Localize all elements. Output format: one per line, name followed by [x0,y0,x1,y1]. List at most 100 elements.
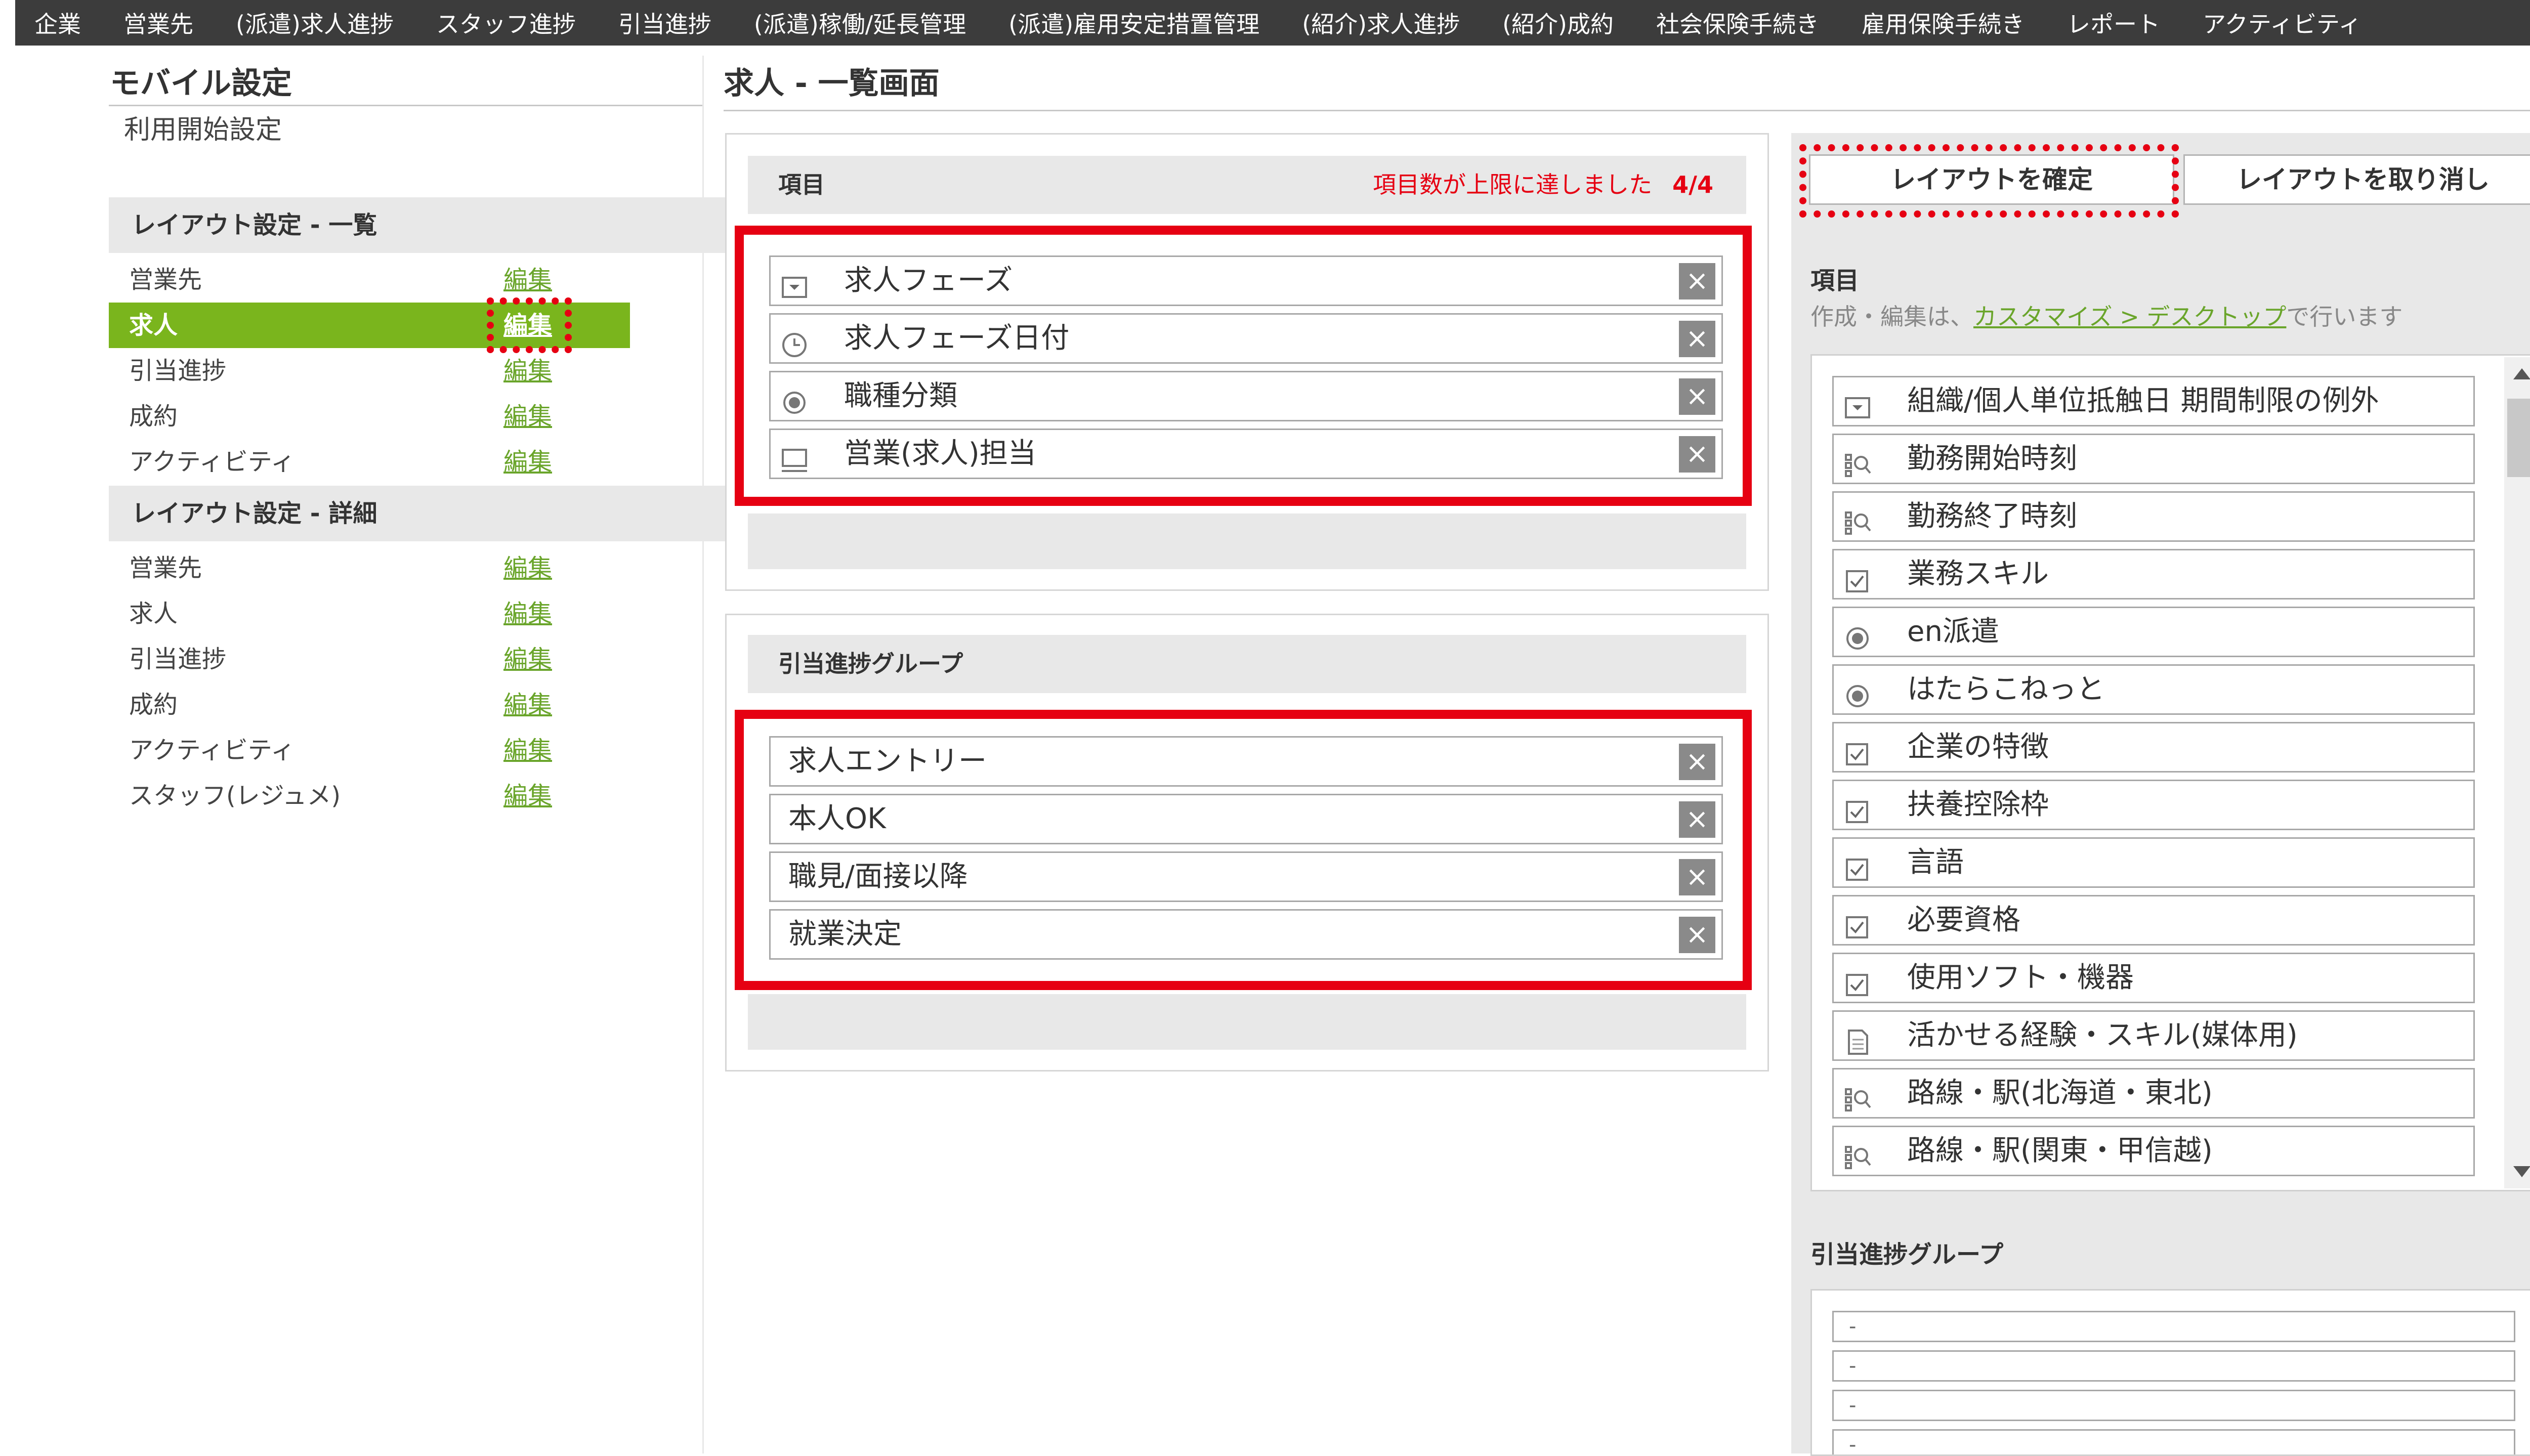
sidebar-row: 営業先 編集 [109,545,630,591]
selected-group-field[interactable]: 本人OK × [769,794,1723,844]
selected-field[interactable]: 職種分類 × [769,371,1723,421]
document-icon [1844,1023,1871,1055]
available-item[interactable]: 必要資格 [1832,895,2475,946]
edit-link[interactable]: 編集 [503,545,552,591]
nav-item[interactable]: 企業 [15,6,102,39]
edit-link[interactable]: 編集 [503,727,552,773]
edit-link[interactable]: 編集 [503,682,552,727]
scroll-thumb[interactable] [2507,399,2530,477]
nav-item[interactable]: スタッフ進捗 [415,6,597,39]
checkbox-icon [1844,735,1871,765]
group-drop-zone[interactable] [748,994,1746,1050]
group-available-list[interactable]: - - - - [1810,1289,2530,1456]
sidebar-row: 求人 編集 [109,591,630,636]
limit-message: 項目数が上限に達しました 4/4 [1373,171,1713,198]
nav-item[interactable]: 社会保険手続き [1635,6,1840,39]
highlight-dotted-outline [1799,144,2179,218]
items-panel-header: 項目 項目数が上限に達しました 4/4 [748,156,1746,214]
nav-item[interactable]: (紹介)成約 [1481,6,1635,39]
remove-field-button[interactable]: × [1679,859,1715,895]
nav-item[interactable]: (派遣)雇用安定措置管理 [987,6,1281,39]
radio-icon [781,383,808,414]
checkbox-icon [1844,562,1871,592]
available-item[interactable]: 扶養控除枠 [1832,780,2475,830]
sidebar-row: アクティビティ 編集 [109,727,630,773]
nav-item[interactable]: 営業先 [102,6,215,39]
available-group-item[interactable]: - [1832,1311,2515,1342]
items-drop-zone[interactable] [748,513,1746,569]
nav-item[interactable]: (派遣)稼働/延長管理 [733,6,987,39]
item-label: 勤務開始時刻 [1907,442,2077,475]
scroll-up-icon[interactable] [2513,368,2530,379]
nav-item[interactable]: (派遣)求人進捗 [215,6,415,39]
selected-field[interactable]: 求人フェーズ × [769,255,1723,306]
edit-link[interactable]: 編集 [503,257,552,303]
selected-group-field[interactable]: 職見/面接以降 × [769,851,1723,902]
dropdown-icon [1844,389,1871,418]
sidebar-divider [702,56,704,1453]
available-item[interactable]: en派遣 [1832,607,2475,657]
remove-field-button[interactable]: × [1679,378,1715,415]
nav-item[interactable]: 雇用保険手続き [1840,6,2046,39]
available-item[interactable]: 路線・駅(関東・甲信越) [1832,1126,2475,1176]
sidebar-item-label: 引当進捗 [129,645,227,673]
item-label: 言語 [1907,846,1964,879]
field-label: 職見/面接以降 [788,860,968,893]
item-label: 企業の特徴 [1907,731,2049,763]
edit-link[interactable]: 編集 [503,636,552,682]
nav-item[interactable]: レポート [2046,6,2181,39]
edit-link[interactable]: 編集 [503,591,552,636]
available-group-item[interactable]: - [1832,1390,2515,1421]
available-item[interactable]: 路線・駅(北海道・東北) [1832,1068,2475,1119]
available-item[interactable]: はたらこねっと [1832,664,2475,715]
cancel-layout-button[interactable]: レイアウトを取り消し [2183,154,2530,205]
lookup-icon [1844,1081,1871,1111]
group-panel-header: 引当進捗グループ [748,635,1746,693]
remove-field-button[interactable]: × [1679,744,1715,780]
customize-desktop-link[interactable]: カスタマイズ > デスクトップ [1973,303,2286,330]
available-item[interactable]: 企業の特徴 [1832,722,2475,773]
scroll-down-icon[interactable] [2513,1166,2530,1177]
available-item[interactable]: 勤務終了時刻 [1832,491,2475,542]
sidebar-title: モバイル設定 [110,66,292,101]
scrollbar[interactable] [2504,357,2530,1188]
available-group-item[interactable]: - [1832,1429,2515,1454]
remove-field-button[interactable]: × [1679,917,1715,953]
edit-link[interactable]: 編集 [503,394,552,439]
nav-item[interactable]: 引当進捗 [597,6,733,39]
remove-field-button[interactable]: × [1679,801,1715,838]
available-item[interactable]: 業務スキル [1832,549,2475,599]
lookup-icon [1844,446,1871,477]
field-label: 就業決定 [788,918,902,951]
field-label: 求人エントリー [788,745,987,778]
field-label: 本人OK [788,802,886,835]
remove-field-button[interactable]: × [1679,436,1715,473]
edit-link[interactable]: 編集 [503,439,552,485]
sidebar: モバイル設定 利用開始設定 [109,60,703,154]
available-item[interactable]: 勤務開始時刻 [1832,434,2475,484]
start-settings-link[interactable]: 利用開始設定 [109,106,703,154]
available-items-list[interactable]: 組織/個人単位抵触日 期間制限の例外 勤務開始時刻勤務終了時刻 業務スキル en派遣は… [1810,354,2530,1191]
checkbox-icon [1844,965,1871,996]
selected-field[interactable]: 営業(求人)担当 × [769,429,1723,479]
nav-item[interactable]: (紹介)求人進捗 [1281,6,1481,39]
selected-group-field[interactable]: 求人エントリー × [769,736,1723,787]
remove-field-button[interactable]: × [1679,321,1715,357]
sidebar-item-label: 営業先 [129,554,202,582]
checkbox-icon [1844,850,1871,881]
nav-item[interactable]: アクティビティ [2181,6,2383,39]
sidebar-item-label: 引当進捗 [129,357,227,385]
item-label: 組織/個人単位抵触日 期間制限の例外 [1907,384,2379,417]
remove-field-button[interactable]: × [1679,263,1715,299]
selected-group-field[interactable]: 就業決定 × [769,909,1723,960]
dropdown-icon [781,268,808,298]
edit-link[interactable]: 編集 [503,773,552,819]
available-group-item[interactable]: - [1832,1350,2515,1382]
edit-link[interactable]: 編集 [503,348,552,394]
top-navigation: 企業 営業先 (派遣)求人進捗 スタッフ進捗 引当進捗 (派遣)稼働/延長管理 (派遣)雇用… [0,0,2530,46]
available-item[interactable]: 組織/個人単位抵触日 期間制限の例外 [1832,376,2475,426]
selected-field[interactable]: 求人フェーズ日付 × [769,313,1723,364]
available-item[interactable]: 言語 [1832,837,2475,888]
available-item[interactable]: 使用ソフト・機器 [1832,953,2475,1003]
available-item[interactable]: 活かせる経験・スキル(媒体用) [1832,1010,2475,1061]
